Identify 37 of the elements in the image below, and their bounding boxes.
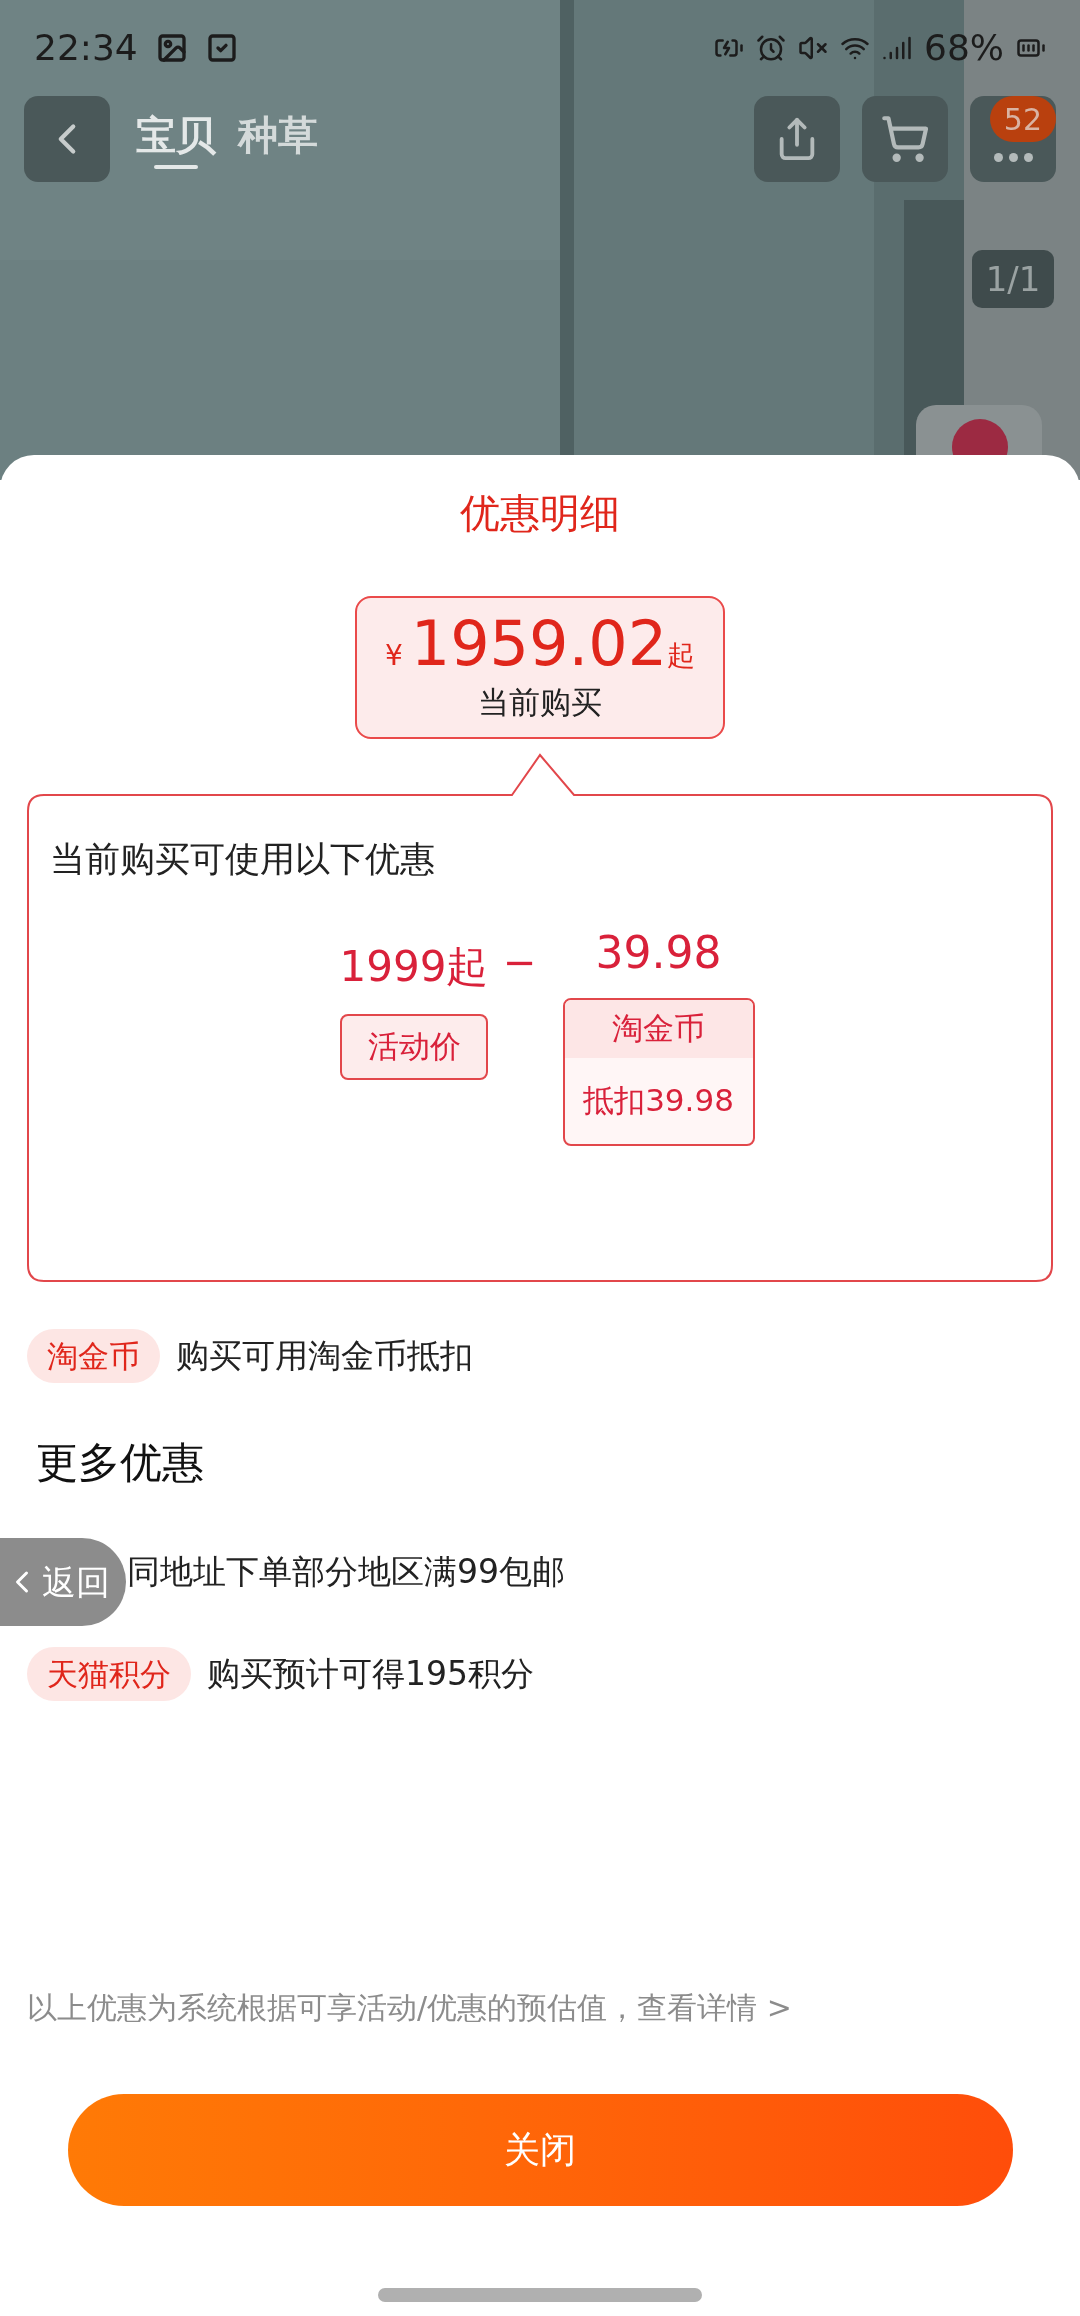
benefit-text: 购买可用淘金币抵扣 — [176, 1335, 473, 1378]
close-button[interactable]: 关闭 — [67, 2094, 1013, 2206]
image-counter: 1/1 — [972, 250, 1054, 308]
price-caption: 当前购买 — [478, 683, 602, 723]
discount-source: 淘金币 — [564, 999, 753, 1058]
minus-sign: − — [503, 937, 537, 987]
benefit-text: 购买预计可得195积分 — [207, 1653, 534, 1696]
activity-price: 1999起 — [339, 941, 489, 992]
cart-button[interactable] — [862, 96, 948, 182]
details-link[interactable]: 以上优惠为系统根据可享活动/优惠的预估值，查看详情 > — [0, 1985, 1080, 2030]
more-button[interactable]: 52 — [970, 96, 1056, 182]
back-gesture-button[interactable]: 返回 — [0, 1538, 126, 1626]
discount-amount: 39.98 — [595, 927, 722, 978]
section-heading: 更多优惠 — [36, 1437, 205, 1489]
nav-tab[interactable]: 宝贝 — [136, 109, 216, 169]
floating-widget[interactable] — [916, 405, 1042, 455]
nav-tab[interactable]: 种草 — [238, 109, 318, 169]
notification-badge: 52 — [989, 96, 1056, 142]
price-suffix: 起 — [667, 638, 696, 675]
sheet-title: 优惠明细 — [460, 489, 620, 538]
share-button[interactable] — [754, 96, 840, 182]
clock-time: 22:34 — [34, 25, 138, 70]
back-button[interactable] — [24, 96, 110, 182]
benefit-text: 同地址下单部分地区满99包邮 — [127, 1551, 565, 1594]
image-icon — [155, 31, 188, 64]
benefit-tag: 淘金币 — [27, 1329, 160, 1383]
alarm-icon — [756, 32, 786, 63]
benefit-tag: 天猫积分 — [27, 1647, 191, 1701]
discount-detail: 抵扣39.98 — [582, 1081, 735, 1121]
currency-symbol: ¥ — [384, 638, 403, 675]
battery-percent: 68% — [924, 25, 1004, 70]
price-label: 活动价 — [340, 1013, 488, 1080]
cart-icon — [880, 114, 930, 164]
panel-heading: 当前购买可使用以下优惠 — [50, 838, 436, 881]
more-icon — [993, 153, 1033, 162]
price-amount: 1959.02 — [410, 609, 668, 680]
checkbox-icon — [205, 31, 238, 64]
